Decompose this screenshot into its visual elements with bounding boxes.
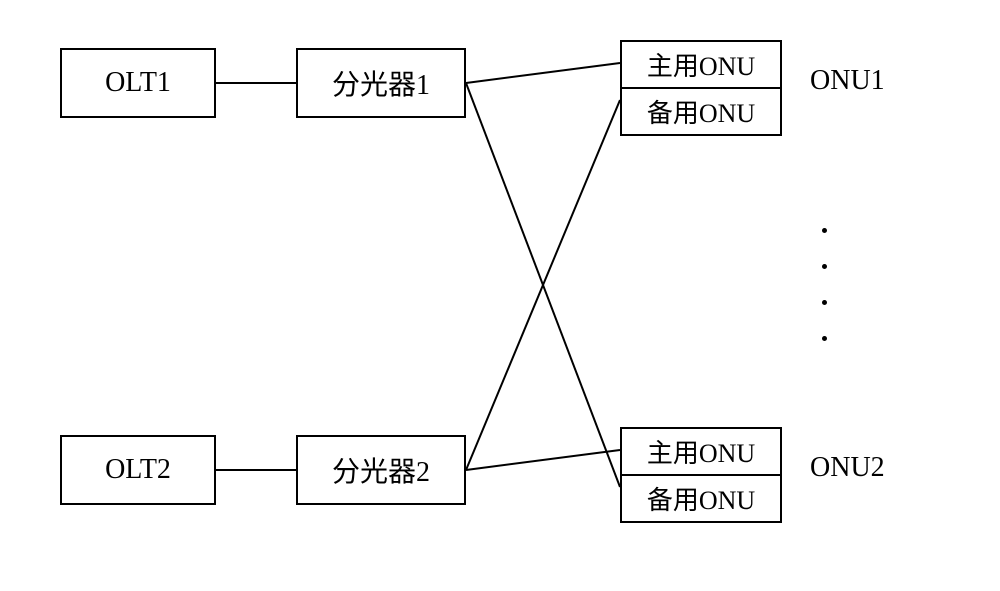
onu2-backup: 备用ONU [622,474,780,521]
ellipsis-dot [822,264,827,269]
olt2-label: OLT2 [105,454,171,486]
splitter1-label: 分光器1 [332,63,430,103]
onu2-group: 主用ONU 备用ONU [620,427,782,523]
olt1-label: OLT1 [105,67,171,99]
ellipsis-dot [822,336,827,341]
ellipsis-dot [822,228,827,233]
onu1-primary: 主用ONU [622,42,780,87]
onu1-label: ONU1 [810,65,885,97]
olt1-box: OLT1 [60,48,216,118]
onu1-backup: 备用ONU [622,87,780,134]
onu2-label: ONU2 [810,452,885,484]
splitter2-label: 分光器2 [332,450,430,490]
onu1-group: 主用ONU 备用ONU [620,40,782,136]
ellipsis-dot [822,300,827,305]
splitter1-box: 分光器1 [296,48,466,118]
splitter2-box: 分光器2 [296,435,466,505]
onu2-primary: 主用ONU [622,429,780,474]
olt2-box: OLT2 [60,435,216,505]
